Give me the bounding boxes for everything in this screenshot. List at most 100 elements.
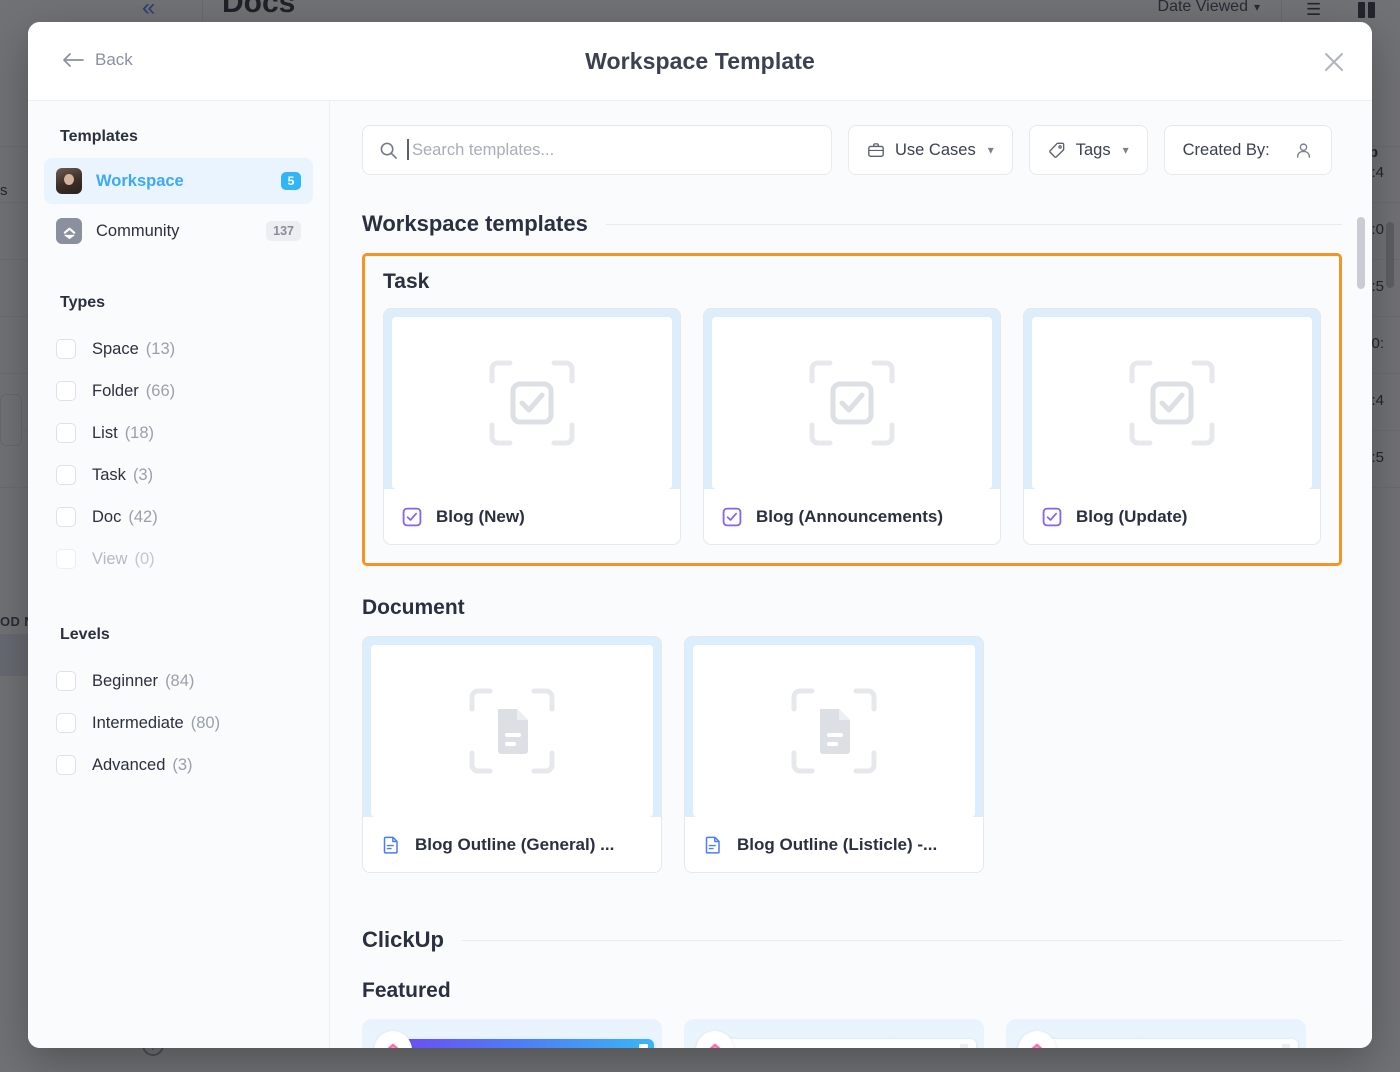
template-thumbnail — [712, 317, 992, 489]
featured-template-card[interactable] — [362, 1019, 662, 1048]
checkbox-icon[interactable] — [56, 507, 76, 527]
filter-count: (18) — [125, 424, 154, 443]
templates-content: Search templates... Use Cases ▾ — [330, 101, 1372, 1048]
search-placeholder: Search templates... — [412, 141, 554, 160]
sidebar-heading-types: Types — [60, 294, 313, 312]
filter-label: Task — [92, 466, 126, 485]
filter-type-task[interactable]: Task (3) — [44, 454, 313, 496]
doc-icon — [784, 681, 884, 781]
template-footer: Blog Outline (Listicle) -... — [685, 817, 983, 872]
template-name: Blog (New) — [436, 507, 525, 527]
task-check-icon — [1122, 353, 1222, 453]
checkbox-icon[interactable] — [56, 671, 76, 691]
filter-label: Advanced — [92, 756, 165, 775]
sidebar-item-workspace[interactable]: Workspace 5 — [44, 158, 313, 204]
filter-count: (3) — [133, 466, 153, 485]
modal-header: Back Workspace Template — [28, 22, 1372, 100]
featured-template-card[interactable]: Simple Project Management — [684, 1019, 984, 1048]
checkbox-icon[interactable] — [56, 755, 76, 775]
close-icon[interactable] — [1320, 48, 1348, 76]
created-by-filter-button[interactable]: Created By: — [1164, 125, 1332, 175]
template-name: Blog Outline (Listicle) -... — [737, 835, 937, 855]
template-card-blog-new[interactable]: Blog (New) — [383, 308, 681, 545]
tag-icon — [1048, 141, 1066, 159]
filter-count: (0) — [134, 550, 154, 569]
checkbox-icon[interactable] — [56, 423, 76, 443]
filter-label: View — [92, 550, 127, 569]
search-input[interactable]: Search templates... — [362, 125, 832, 175]
tags-filter-button[interactable]: Tags ▾ — [1029, 125, 1148, 175]
use-cases-filter-button[interactable]: Use Cases ▾ — [848, 125, 1013, 175]
filter-label: Doc — [92, 508, 121, 527]
sidebar-item-label: Community — [96, 222, 266, 241]
clickup-logo-icon — [696, 1031, 734, 1048]
filter-level-intermediate[interactable]: Intermediate (80) — [44, 702, 313, 744]
filter-count: (42) — [128, 508, 157, 527]
preview-toolbar — [1046, 1039, 1298, 1048]
template-preview-image: Board — [1046, 1039, 1298, 1048]
task-check-icon — [402, 507, 422, 527]
checkbox-icon[interactable] — [56, 465, 76, 485]
filter-type-doc[interactable]: Doc (42) — [44, 496, 313, 538]
modal-scrollbar[interactable] — [1357, 217, 1365, 289]
template-card-blog-outline-listicle[interactable]: Blog Outline (Listicle) -... — [684, 636, 984, 873]
doc-icon — [381, 835, 401, 855]
briefcase-icon — [867, 141, 885, 159]
divider — [462, 940, 1342, 941]
filter-type-list[interactable]: List (18) — [44, 412, 313, 454]
divider — [606, 224, 1342, 225]
chevron-down-icon: ▾ — [1123, 143, 1129, 157]
template-footer: Blog (Announcements) — [704, 489, 1000, 544]
filter-label: Intermediate — [92, 714, 184, 733]
checkbox-icon — [56, 549, 76, 569]
filter-type-folder[interactable]: Folder (66) — [44, 370, 313, 412]
template-name: Blog (Announcements) — [756, 507, 943, 527]
document-card-grid: Blog Outline (General) ... — [362, 636, 1342, 873]
filter-level-beginner[interactable]: Beginner (84) — [44, 660, 313, 702]
chevron-down-icon: ▾ — [988, 143, 994, 157]
checkbox-icon[interactable] — [56, 713, 76, 733]
sidebar-item-label: Workspace — [96, 172, 281, 191]
template-card-blog-update[interactable]: Blog (Update) — [1023, 308, 1321, 545]
task-group-highlighted: Task — [362, 253, 1342, 566]
section-title: Workspace templates — [362, 211, 588, 237]
filter-level-advanced[interactable]: Advanced (3) — [44, 744, 313, 786]
checkbox-icon[interactable] — [56, 381, 76, 401]
person-icon — [1294, 141, 1313, 160]
group-title-document: Document — [362, 596, 1342, 620]
filter-label: Folder — [92, 382, 139, 401]
task-card-grid: Blog (New) — [383, 308, 1321, 545]
doc-icon — [462, 681, 562, 781]
template-footer: Blog (New) — [384, 489, 680, 544]
sidebar-heading-templates: Templates — [60, 128, 313, 146]
clickup-logo-icon — [1018, 1031, 1056, 1048]
template-thumbnail — [1032, 317, 1312, 489]
group-title-featured: Featured — [362, 979, 1342, 1003]
preview-toolbar — [402, 1039, 654, 1048]
filter-type-view: View (0) — [44, 538, 313, 580]
template-thumbnail — [392, 317, 672, 489]
avatar — [56, 168, 82, 194]
workspace-templates-section-header: Workspace templates — [362, 211, 1342, 237]
featured-card-grid: Simple Project Management — [362, 1019, 1342, 1048]
task-check-icon — [802, 353, 902, 453]
modal-title: Workspace Template — [28, 48, 1372, 75]
community-count-badge: 137 — [266, 221, 301, 241]
filter-label: List — [92, 424, 118, 443]
back-button[interactable]: Back — [56, 46, 139, 74]
arrow-left-icon — [62, 52, 84, 68]
checkbox-icon[interactable] — [56, 339, 76, 359]
template-card-blog-announcements[interactable]: Blog (Announcements) — [703, 308, 1001, 545]
task-check-icon — [722, 507, 742, 527]
sidebar-item-community[interactable]: Community 137 — [44, 208, 313, 254]
created-by-label: Created By: — [1183, 141, 1270, 160]
use-cases-label: Use Cases — [895, 141, 976, 160]
template-card-blog-outline-general[interactable]: Blog Outline (General) ... — [362, 636, 662, 873]
featured-template-card[interactable]: Board — [1006, 1019, 1306, 1048]
filter-type-space[interactable]: Space (13) — [44, 328, 313, 370]
filter-label: Space — [92, 340, 139, 359]
sidebar-heading-levels: Levels — [60, 626, 313, 644]
filter-count: (80) — [191, 714, 220, 733]
template-preview-image: Simple Project Management — [724, 1039, 976, 1048]
template-footer: Blog (Update) — [1024, 489, 1320, 544]
